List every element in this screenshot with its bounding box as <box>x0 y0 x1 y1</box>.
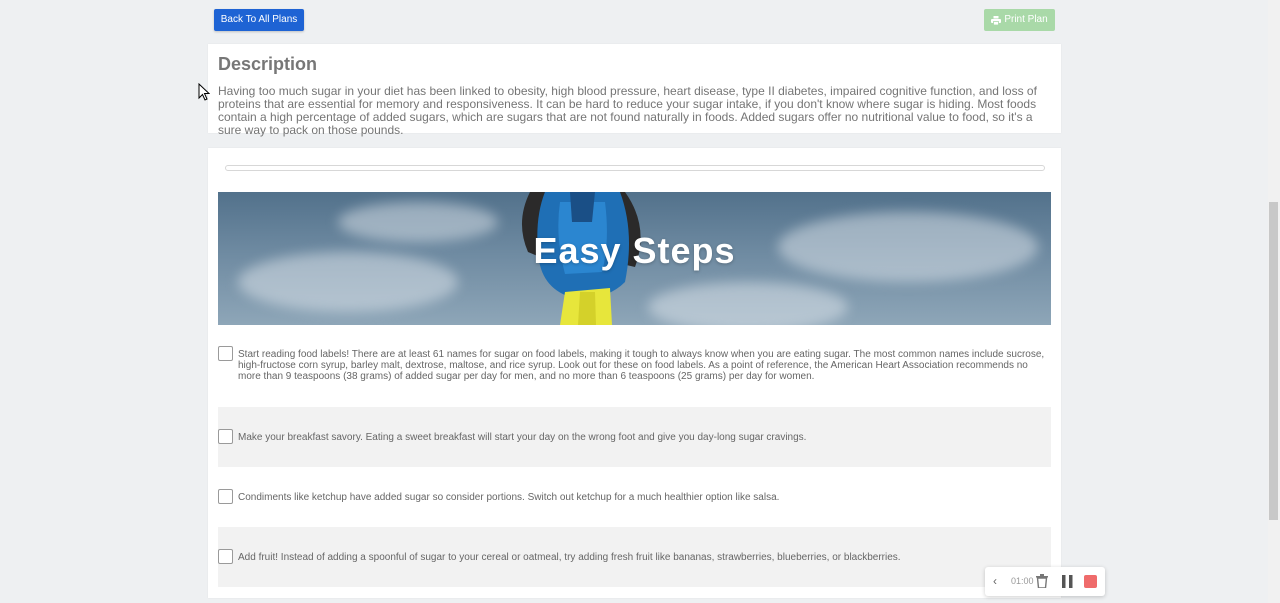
step-checkbox[interactable] <box>218 549 233 564</box>
step-checkbox[interactable] <box>218 346 233 361</box>
scrollbar-thumb[interactable] <box>1269 202 1278 520</box>
printer-icon <box>991 15 1002 25</box>
pause-icon[interactable] <box>1062 575 1073 588</box>
step-text: Condiments like ketchup have added sugar… <box>238 492 780 503</box>
mouse-cursor-icon <box>198 83 210 101</box>
step-item: Add fruit! Instead of adding a spoonful … <box>218 527 1051 587</box>
description-card: Description Having too much sugar in you… <box>208 44 1061 137</box>
step-checkbox[interactable] <box>218 429 233 444</box>
step-item: Make your breakfast savory. Eating a swe… <box>218 407 1051 467</box>
recording-timer: 01:00 <box>1011 576 1034 586</box>
print-plan-button[interactable]: Print Plan <box>984 9 1055 31</box>
step-text: Start reading food labels! There are at … <box>238 349 1045 382</box>
chevron-left-icon[interactable]: ‹ <box>993 574 997 588</box>
trash-icon[interactable] <box>1036 574 1048 588</box>
back-to-all-plans-button[interactable]: Back To All Plans <box>214 9 304 31</box>
steps-card: Easy Steps Start reading food labels! Th… <box>208 148 1061 598</box>
description-text: Having too much sugar in your diet has b… <box>218 84 1037 137</box>
print-plan-label: Print Plan <box>1004 14 1048 25</box>
plan-progress-bar <box>225 165 1045 171</box>
step-text: Add fruit! Instead of adding a spoonful … <box>238 552 901 563</box>
recording-toolbar: ‹ 01:00 <box>985 567 1105 596</box>
page-scrollbar[interactable] <box>1268 0 1280 603</box>
easy-steps-banner: Easy Steps <box>218 192 1051 325</box>
stop-icon[interactable] <box>1084 575 1097 588</box>
step-checkbox[interactable] <box>218 489 233 504</box>
banner-title: Easy Steps <box>533 230 736 271</box>
step-text: Make your breakfast savory. Eating a swe… <box>238 432 807 443</box>
description-title: Description <box>218 54 318 74</box>
step-item: Condiments like ketchup have added sugar… <box>218 479 1051 529</box>
step-item: Start reading food labels! There are at … <box>218 344 1051 394</box>
